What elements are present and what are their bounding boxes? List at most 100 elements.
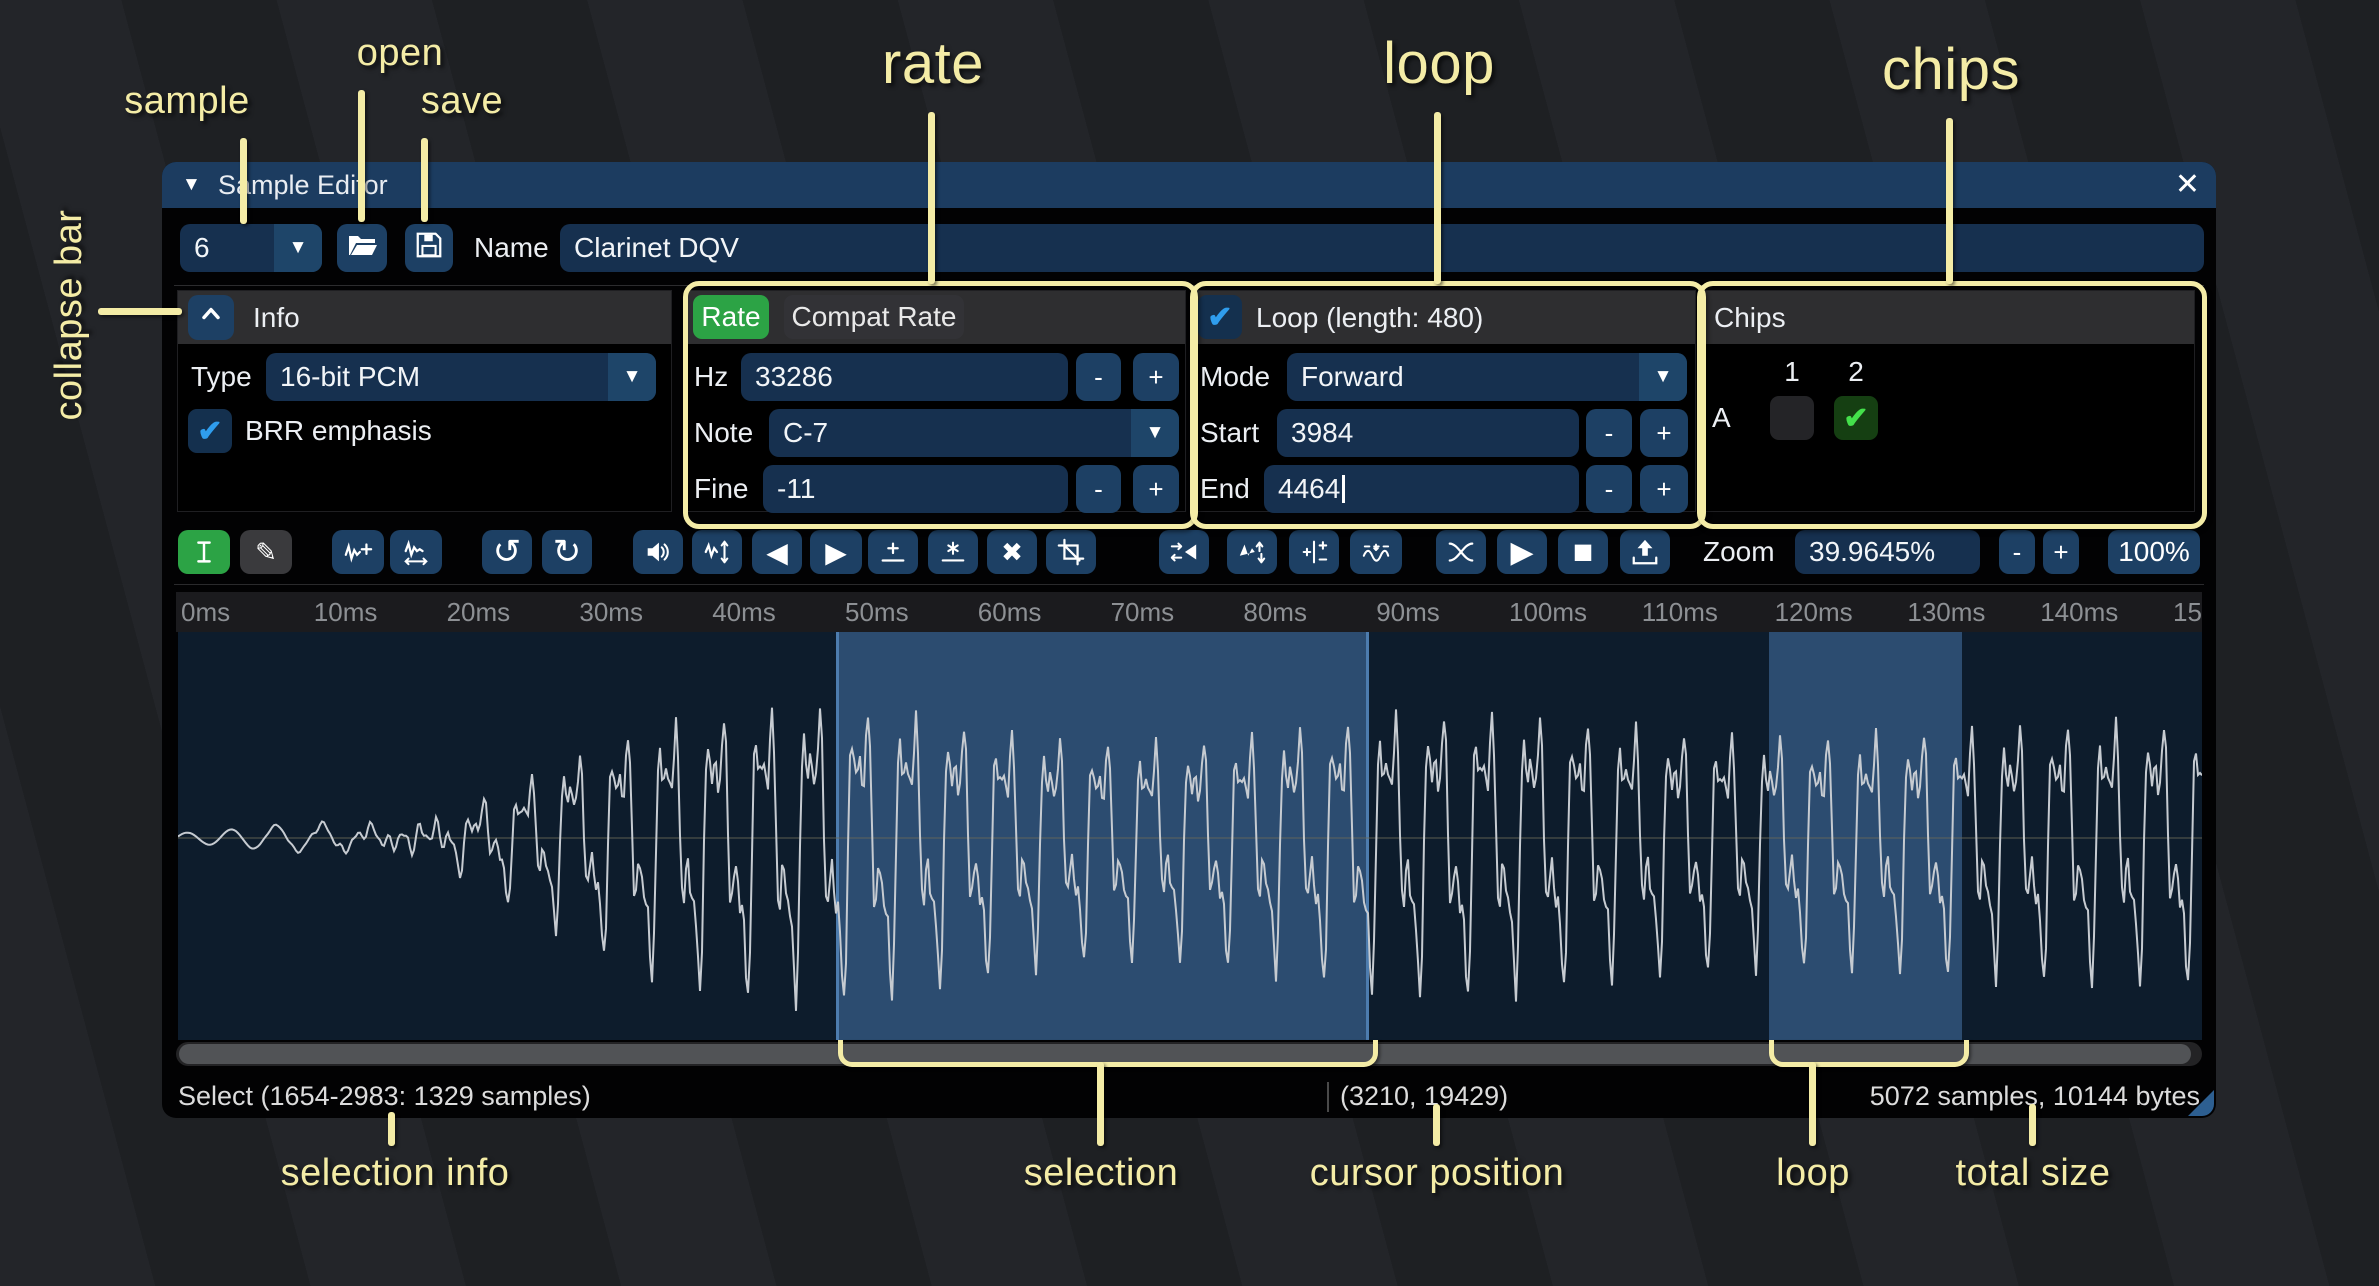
delete-x-icon: ✖ <box>1001 537 1023 568</box>
invert-button[interactable] <box>1227 530 1277 574</box>
collapse-window-icon[interactable]: ▼ <box>182 162 201 208</box>
zoom-reset-button[interactable]: 100% <box>2108 530 2200 574</box>
annotation-cursor-position: cursor position <box>1257 1152 1617 1195</box>
window-title: Sample Editor <box>218 162 388 208</box>
chevron-down-icon: ▼ <box>274 224 322 272</box>
select-mode-button[interactable] <box>178 530 230 574</box>
annotation-open: open <box>300 32 500 75</box>
loop-mode-value: Forward <box>1301 353 1404 401</box>
tab-rate[interactable]: Rate <box>693 295 769 339</box>
info-panel: Info Type 16-bit PCM ▼ ✔ BRR emphasis <box>177 290 672 512</box>
loop-end-value: 4464 <box>1278 473 1340 505</box>
redo-button[interactable]: ↻ <box>542 530 592 574</box>
crossfade-button[interactable] <box>1436 530 1486 574</box>
zoom-out-button[interactable]: - <box>1999 530 2035 574</box>
loop-enable-checkbox[interactable]: ✔ <box>1198 295 1242 339</box>
minus-icon: - <box>1094 474 1103 505</box>
sign-convert-button[interactable] <box>1289 530 1339 574</box>
selection-region[interactable] <box>836 632 1369 1040</box>
zoom-in-button[interactable]: + <box>2043 530 2079 574</box>
filter-button[interactable] <box>1350 530 1402 574</box>
export-button[interactable] <box>1620 530 1670 574</box>
play-preview-button[interactable]: ▶ <box>1497 530 1547 574</box>
floppy-disk-icon <box>414 230 444 267</box>
apply-silence-button[interactable] <box>928 530 978 574</box>
zoom-reset-label: 100% <box>2118 536 2190 568</box>
zoom-input[interactable]: 39.9645% <box>1795 530 1980 574</box>
chips-col1-label: 1 <box>1770 354 1814 390</box>
stretch-button[interactable] <box>390 530 442 574</box>
loop-panel: ✔ Loop (length: 480) Mode Forward ▼ Star… <box>1193 290 1696 512</box>
annotation-selection-info: selection info <box>245 1152 545 1195</box>
annotation-loop-bottom: loop <box>1663 1152 1963 1195</box>
tab-compat-rate-label: Compat Rate <box>792 301 957 333</box>
loop-start-plus-button[interactable]: + <box>1640 409 1688 457</box>
loop-start-minus-button[interactable]: - <box>1586 409 1632 457</box>
hz-label: Hz <box>694 353 728 401</box>
tab-compat-rate[interactable]: Compat Rate <box>784 295 964 339</box>
chips-row-a-label: A <box>1712 396 1731 440</box>
chevron-down-icon: ▼ <box>1131 409 1179 457</box>
waveform-scrollbar[interactable] <box>176 1042 2202 1066</box>
loop-start-input[interactable]: 3984 <box>1277 409 1579 457</box>
collapse-bar-button[interactable] <box>188 295 234 340</box>
annotation-sample: sample <box>87 80 287 123</box>
selection-edge[interactable] <box>1366 632 1369 1040</box>
draw-mode-button[interactable]: ✎ <box>240 530 292 574</box>
chips-panel-title: Chips <box>1714 291 1786 344</box>
delete-button[interactable]: ✖ <box>987 530 1037 574</box>
note-dropdown[interactable]: C-7 ▼ <box>769 409 1179 457</box>
fine-minus-button[interactable]: - <box>1076 465 1121 513</box>
normalize-button[interactable] <box>692 530 742 574</box>
loop-end-plus-button[interactable]: + <box>1640 465 1688 513</box>
stop-preview-button[interactable]: ■ <box>1558 530 1608 574</box>
sample-select-dropdown[interactable]: 6 ▼ <box>180 224 322 272</box>
plus-icon: + <box>1656 474 1671 505</box>
sample-type-dropdown[interactable]: 16-bit PCM ▼ <box>266 353 656 401</box>
loop-end-minus-button[interactable]: - <box>1586 465 1632 513</box>
amplify-button[interactable] <box>633 530 683 574</box>
resize-grip[interactable] <box>2188 1090 2214 1116</box>
plus-icon: + <box>1656 418 1671 449</box>
hz-input[interactable]: 33286 <box>741 353 1068 401</box>
save-sample-button[interactable] <box>405 224 453 272</box>
trim-button[interactable] <box>1046 530 1096 574</box>
chips-panel: Chips 1 2 A ✔ <box>1700 290 2195 512</box>
chip1-checkbox[interactable] <box>1770 396 1814 440</box>
scrollbar-thumb[interactable] <box>179 1044 2191 1064</box>
time-ruler[interactable]: 0ms10ms20ms30ms40ms50ms60ms70ms80ms90ms1… <box>176 592 2202 632</box>
note-label: Note <box>694 409 753 457</box>
insert-silence-button[interactable] <box>868 530 918 574</box>
undo-button[interactable]: ↺ <box>482 530 532 574</box>
fine-plus-button[interactable]: + <box>1133 465 1179 513</box>
sample-name-input[interactable]: Clarinet DQV <box>560 224 2204 272</box>
brr-emphasis-checkbox[interactable]: ✔ <box>188 409 232 453</box>
selection-edge[interactable] <box>836 632 839 1040</box>
plus-icon: + <box>1148 362 1163 393</box>
chevron-up-icon <box>197 300 225 335</box>
crossfade-x-icon <box>1446 537 1476 567</box>
loop-mode-dropdown[interactable]: Forward ▼ <box>1287 353 1687 401</box>
loop-end-input[interactable]: 4464 <box>1264 465 1579 513</box>
open-sample-button[interactable] <box>337 224 387 272</box>
ruler-label: 140ms <box>2040 592 2118 632</box>
fade-in-button[interactable]: ◀ <box>752 530 802 574</box>
rate-panel: Rate Compat Rate Hz 33286 - + Note C-7 ▼… <box>686 290 1186 512</box>
reverse-button[interactable] <box>1159 530 1209 574</box>
close-icon[interactable]: ✕ <box>2175 162 2200 208</box>
fine-input[interactable]: -11 <box>763 465 1068 513</box>
ruler-label: 130ms <box>1907 592 1985 632</box>
fade-in-icon: ◀ <box>766 536 788 569</box>
ruler-label: 60ms <box>978 592 1042 632</box>
resize-button[interactable] <box>332 530 384 574</box>
hz-minus-button[interactable]: - <box>1076 353 1121 401</box>
ruler-label: 110ms <box>1642 592 1718 632</box>
title-bar[interactable]: ▼ Sample Editor ✕ <box>162 162 2216 208</box>
hz-plus-button[interactable]: + <box>1133 353 1179 401</box>
fade-out-button[interactable]: ▶ <box>810 530 862 574</box>
waveform-display[interactable] <box>178 632 2202 1040</box>
text-caret <box>1342 475 1345 503</box>
loop-region[interactable] <box>1769 632 1962 1040</box>
redo-icon: ↻ <box>553 532 582 572</box>
chip2-checkbox[interactable]: ✔ <box>1834 396 1878 440</box>
